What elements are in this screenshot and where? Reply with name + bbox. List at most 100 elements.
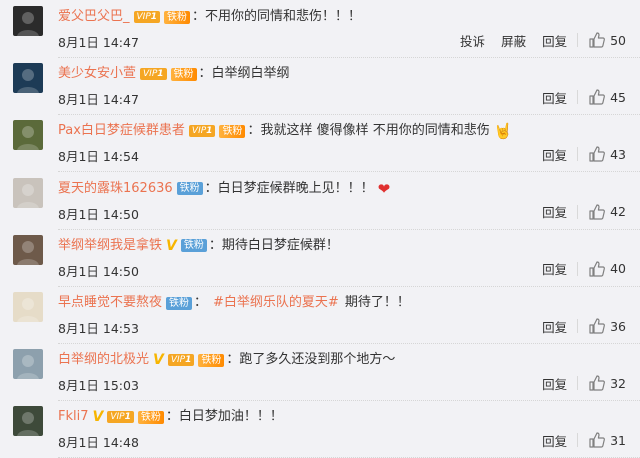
like-button[interactable]: 43: [588, 145, 626, 163]
username-link[interactable]: 举纲举纲我是拿铁: [58, 237, 162, 255]
vip-level-badge[interactable]: VIP1: [167, 354, 195, 367]
fan-badge[interactable]: 铁粉: [164, 10, 191, 24]
comment-item: 爱父巴父巴_ VIP1 铁粉：不用你的同情和悲伤！！！ 8月1日 14:47 投诉 屏蔽回…: [0, 0, 640, 58]
like-button[interactable]: 31: [588, 431, 626, 449]
comment-actions: 回复 36: [542, 316, 626, 336]
divider: [577, 261, 579, 276]
username-link[interactable]: 夏天的露珠162636: [58, 180, 173, 198]
avatar[interactable]: [13, 63, 43, 94]
reply-button[interactable]: 回复: [542, 431, 567, 450]
like-button[interactable]: 45: [588, 88, 626, 106]
like-button[interactable]: 40: [588, 260, 626, 278]
username-link[interactable]: 白举纲的北极光: [58, 351, 149, 369]
thumbs-up-icon: [589, 318, 606, 334]
thumbs-up-icon: [589, 146, 606, 162]
divider: [577, 319, 579, 333]
username-link[interactable]: 爱父巴父巴_: [58, 8, 130, 26]
avatar[interactable]: [13, 406, 43, 437]
avatar[interactable]: [13, 177, 43, 208]
vip-level-badge[interactable]: VIP1: [133, 11, 161, 23]
divider: [577, 90, 579, 105]
comment-actions: 回复 45: [542, 87, 626, 107]
reply-button[interactable]: 回复: [542, 374, 567, 393]
divider: [577, 33, 579, 47]
comment-item: 举纲举纲我是拿铁 V 铁粉：期待白日梦症候群！ 8月1日 14:50 回复 40: [0, 229, 640, 287]
thumbs-up-icon: [589, 432, 606, 448]
reply-button[interactable]: 回复: [542, 145, 567, 164]
vip-level-badge[interactable]: VIP1: [140, 68, 167, 81]
comment-line: Pax白日梦症候群患者 VIP1 铁粉：我就这样 傻得像样 不用你的同情和悲伤 🤘: [58, 122, 512, 140]
verified-v-icon: V: [153, 352, 164, 369]
colon: ：: [204, 180, 218, 196]
colon: ：: [194, 295, 208, 310]
fan-badge[interactable]: 铁粉: [198, 353, 225, 367]
like-count: 31: [610, 432, 626, 448]
fan-badge[interactable]: 铁粉: [166, 296, 193, 310]
avatar[interactable]: [13, 349, 43, 380]
reply-button[interactable]: 回复: [542, 317, 567, 336]
username-link[interactable]: 早点睡觉不要熬夜: [58, 294, 162, 312]
thumbs-up-icon: [589, 261, 606, 277]
reply-button[interactable]: 回复: [542, 202, 567, 221]
fan-badge[interactable]: 铁粉: [176, 182, 203, 196]
thumbs-up-icon: [589, 32, 606, 48]
comment-text: 白日梦症候群晚上见！！！: [217, 180, 374, 196]
comment-item: 美少女安小萱 VIP1 铁粉：白举纲白举纲 8月1日 14:47 回复 45: [0, 57, 640, 116]
like-button[interactable]: 50: [588, 31, 626, 49]
like-count: 50: [610, 32, 626, 48]
thumbs-up-icon: [589, 375, 606, 391]
comment-actions: 投诉 屏蔽 回复 50: [460, 30, 626, 50]
like-count: 43: [610, 146, 626, 162]
colon: ：: [165, 409, 179, 425]
thumbs-up-icon: [589, 203, 606, 220]
username-link[interactable]: 美少女安小萱: [58, 65, 136, 83]
reply-button[interactable]: 回复: [542, 259, 567, 278]
comment-line: Fkli7 V VIP1 铁粉：白日梦加油！！！: [58, 408, 283, 426]
comment-line: 美少女安小萱 VIP1 铁粉：白举纲白举纲: [58, 65, 290, 83]
like-button[interactable]: 32: [588, 374, 626, 392]
reply-button[interactable]: 回复: [542, 88, 567, 107]
comment-timestamp: 8月1日 14:48: [58, 435, 139, 451]
comment-item: 夏天的露珠162636 铁粉：白日梦症候群晚上见！！！ ❤ 8月1日 14:50 回复 4…: [0, 172, 640, 230]
comment-actions: 回复 42: [542, 202, 626, 222]
comment-text: 不用你的同情和悲伤！！！: [205, 9, 362, 24]
like-button[interactable]: 42: [588, 203, 626, 221]
reply-button[interactable]: 回复: [542, 31, 567, 50]
divider: [577, 433, 579, 448]
comment-text: 我就这样 傻得像样 不用你的同情和悲伤: [260, 123, 490, 139]
comment-item: 白举纲的北极光 V VIP1 铁粉：跑了多久还没到那个地方～ 8月1日 15:03 回复 3…: [0, 343, 640, 402]
vip-level-badge[interactable]: VIP1: [188, 125, 216, 138]
report-button[interactable]: 投诉: [460, 31, 485, 50]
vip-level-badge[interactable]: VIP1: [107, 411, 134, 424]
comment-line: 举纲举纲我是拿铁 V 铁粉：期待白日梦症候群！: [58, 237, 339, 255]
avatar[interactable]: [13, 6, 43, 36]
fan-badge[interactable]: 铁粉: [219, 124, 246, 138]
comment-text: 白举纲白举纲: [211, 66, 290, 82]
comment-timestamp: 8月1日 14:50: [58, 206, 139, 222]
username-link[interactable]: Fkli7: [58, 408, 89, 426]
block-button[interactable]: 屏蔽: [501, 31, 526, 50]
avatar[interactable]: [13, 234, 43, 265]
comment-actions: 回复 31: [542, 430, 626, 450]
username-link[interactable]: Pax白日梦症候群患者: [58, 122, 185, 140]
comment-actions: 回复 40: [542, 259, 626, 279]
verified-v-icon: V: [166, 237, 177, 254]
divider: [577, 204, 579, 219]
comment-line: 白举纲的北极光 V VIP1 铁粉：跑了多久还没到那个地方～: [58, 351, 395, 369]
colon: ：: [226, 352, 240, 368]
heart-emoji-icon: ❤: [377, 179, 391, 198]
hashtag-link[interactable]: #白举纲乐队的夏天#: [213, 294, 339, 312]
comment-line: 夏天的露珠162636 铁粉：白日梦症候群晚上见！！！ ❤: [58, 180, 390, 198]
fan-badge[interactable]: 铁粉: [137, 410, 164, 424]
colon: ：: [192, 9, 206, 24]
divider: [577, 147, 579, 162]
comment-timestamp: 8月1日 14:54: [58, 149, 139, 165]
avatar[interactable]: [13, 120, 43, 151]
fan-badge[interactable]: 铁粉: [180, 239, 207, 253]
like-button[interactable]: 36: [588, 317, 626, 335]
comment-text: 跑了多久还没到那个地方～: [239, 352, 396, 368]
avatar[interactable]: [13, 292, 43, 322]
like-count: 32: [610, 375, 626, 391]
fan-badge[interactable]: 铁粉: [170, 67, 197, 81]
like-count: 42: [610, 204, 626, 220]
